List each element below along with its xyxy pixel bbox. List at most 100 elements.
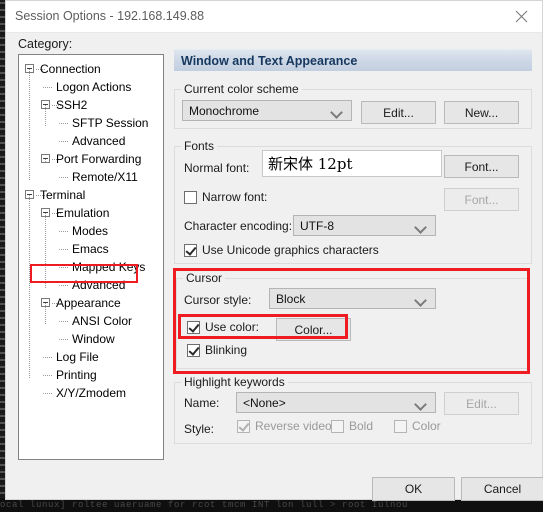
- bold-checkbox: Bold: [331, 419, 373, 433]
- sidebar-item-sftp-session[interactable]: SFTP Session: [19, 114, 163, 132]
- reverse-video-checkbox-box: [237, 419, 250, 433]
- tree-connector: [59, 267, 68, 268]
- sidebar-item-logon-actions[interactable]: Logon Actions: [19, 78, 163, 96]
- sidebar-item-label: Printing: [56, 368, 97, 382]
- chevron-down-icon: [416, 221, 427, 232]
- highlight-keywords-group-title: Highlight keywords: [181, 375, 288, 389]
- chevron-down-icon: [332, 106, 343, 117]
- sidebar-item-emacs[interactable]: Emacs: [19, 240, 163, 258]
- sidebar-item-label: X/Y/Zmodem: [56, 386, 127, 400]
- category-tree-panel[interactable]: Connection Logon Actions SSH2 SFTP Session A…: [18, 54, 164, 460]
- sidebar-item-x-y-zmodem[interactable]: X/Y/Zmodem: [19, 384, 163, 402]
- character-encoding-select[interactable]: UTF-8: [293, 215, 436, 236]
- tree-connector: [59, 123, 68, 124]
- highlight-style-label: Style:: [184, 422, 215, 436]
- sidebar-item-label: Advanced: [72, 134, 126, 148]
- sidebar-item-mapped-keys[interactable]: Mapped Keys: [19, 258, 163, 276]
- cancel-button[interactable]: Cancel: [461, 477, 543, 501]
- tree-connector: [45, 213, 46, 289]
- sidebar-item-advanced[interactable]: Advanced: [19, 132, 163, 150]
- sidebar-item-ssh2[interactable]: SSH2: [19, 96, 163, 114]
- cursor-style-value: Block: [276, 291, 306, 306]
- session-options-dialog: Session Options - 192.168.149.88 Categor…: [5, 0, 543, 501]
- normal-font-value: 新宋体 12pt: [268, 155, 353, 173]
- highlight-edit-button: Edit...: [444, 392, 519, 415]
- close-icon[interactable]: [500, 1, 542, 32]
- tree-connector: [59, 249, 68, 250]
- terminal-bottom-text: ocal lunux] roltee uaeruame for rcot tmc…: [0, 500, 409, 510]
- unicode-graphics-checkbox[interactable]: Use Unicode graphics characters: [184, 243, 379, 257]
- color-checkbox: Color: [394, 419, 441, 433]
- reverse-video-checkbox: Reverse video: [237, 419, 332, 433]
- unicode-graphics-label: Use Unicode graphics characters: [202, 243, 379, 257]
- cursor-style-label: Cursor style:: [184, 293, 252, 307]
- highlight-name-label: Name:: [184, 396, 220, 410]
- sidebar-item-log-file[interactable]: Log File: [19, 348, 163, 366]
- sidebar-item-advanced[interactable]: Advanced: [19, 276, 163, 294]
- use-color-checkbox-box: [187, 320, 200, 334]
- tree-connector: [43, 87, 52, 88]
- tree-connector: [59, 285, 68, 286]
- sidebar-item-label: Logon Actions: [56, 80, 132, 94]
- color-checkbox-box: [394, 419, 407, 433]
- sidebar-item-label: Mapped Keys: [72, 260, 146, 274]
- tree-connector: [29, 69, 30, 181]
- title-bar: Session Options - 192.168.149.88: [6, 1, 542, 33]
- blinking-checkbox-box: [187, 343, 200, 357]
- cursor-group-title: Cursor: [183, 271, 226, 285]
- color-scheme-new-button[interactable]: New...: [444, 101, 519, 124]
- use-color-label: Use color:: [205, 320, 260, 334]
- sidebar-item-port-forwarding[interactable]: Port Forwarding: [19, 150, 163, 168]
- bold-checkbox-box: [331, 419, 344, 433]
- sidebar-item-connection[interactable]: Connection: [19, 60, 163, 78]
- tree-connector: [59, 339, 68, 340]
- sidebar-item-window[interactable]: Window: [19, 330, 163, 348]
- sidebar-item-label: Connection: [40, 62, 101, 76]
- sidebar-item-appearance[interactable]: Appearance: [19, 294, 163, 312]
- sidebar-item-label: Remote/X11: [72, 170, 138, 184]
- cursor-style-select[interactable]: Block: [269, 288, 436, 309]
- blinking-label: Blinking: [205, 343, 248, 357]
- sidebar-item-remote-x11[interactable]: Remote/X11: [19, 168, 163, 186]
- tree-connector: [59, 141, 68, 142]
- sidebar-item-ansi-color[interactable]: ANSI Color: [19, 312, 163, 330]
- fonts-group-title: Fonts: [181, 139, 218, 153]
- color-scheme-group-title: Current color scheme: [181, 82, 302, 96]
- normal-font-label: Normal font:: [184, 161, 250, 175]
- sidebar-item-label: ANSI Color: [72, 314, 133, 328]
- narrow-font-label: Narrow font:: [202, 190, 268, 204]
- tree-connector: [45, 159, 46, 163]
- use-color-checkbox[interactable]: Use color:: [187, 320, 259, 334]
- sidebar-item-terminal[interactable]: Terminal: [19, 186, 163, 204]
- sidebar-item-modes[interactable]: Modes: [19, 222, 163, 240]
- sidebar-item-label: Emulation: [56, 206, 110, 220]
- color-scheme-edit-button[interactable]: Edit...: [361, 101, 436, 124]
- sidebar-item-printing[interactable]: Printing: [19, 366, 163, 384]
- tree-connector: [43, 375, 52, 376]
- sidebar-item-label: Advanced: [72, 278, 126, 292]
- sidebar-item-emulation[interactable]: Emulation: [19, 204, 163, 222]
- sidebar-item-label: SSH2: [56, 98, 88, 112]
- tree-connector: [29, 195, 30, 379]
- narrow-font-checkbox[interactable]: Narrow font:: [184, 190, 267, 204]
- category-tree[interactable]: Connection Logon Actions SSH2 SFTP Session A…: [19, 55, 163, 402]
- normal-font-field[interactable]: 新宋体 12pt: [262, 150, 442, 177]
- cursor-color-button[interactable]: Color...: [276, 318, 351, 341]
- window-title: Session Options - 192.168.149.88: [15, 9, 205, 23]
- sidebar-item-label: Port Forwarding: [56, 152, 142, 166]
- narrow-font-checkbox-box: [184, 190, 197, 204]
- tree-connector: [59, 231, 68, 232]
- sidebar-item-label: Log File: [56, 350, 99, 364]
- ok-button[interactable]: OK: [372, 477, 455, 501]
- color-scheme-value: Monochrome: [189, 103, 260, 118]
- highlight-name-select[interactable]: <None>: [236, 392, 436, 413]
- close-icon-glyph: [515, 10, 527, 23]
- sidebar-item-label: Terminal: [40, 188, 86, 202]
- reverse-video-label: Reverse video: [255, 419, 332, 433]
- color-scheme-select[interactable]: Monochrome: [182, 100, 352, 121]
- tree-connector: [43, 393, 52, 394]
- blinking-checkbox[interactable]: Blinking: [187, 343, 247, 357]
- tree-connector: [59, 177, 68, 178]
- normal-font-button[interactable]: Font...: [444, 155, 519, 178]
- bold-label: Bold: [349, 419, 374, 433]
